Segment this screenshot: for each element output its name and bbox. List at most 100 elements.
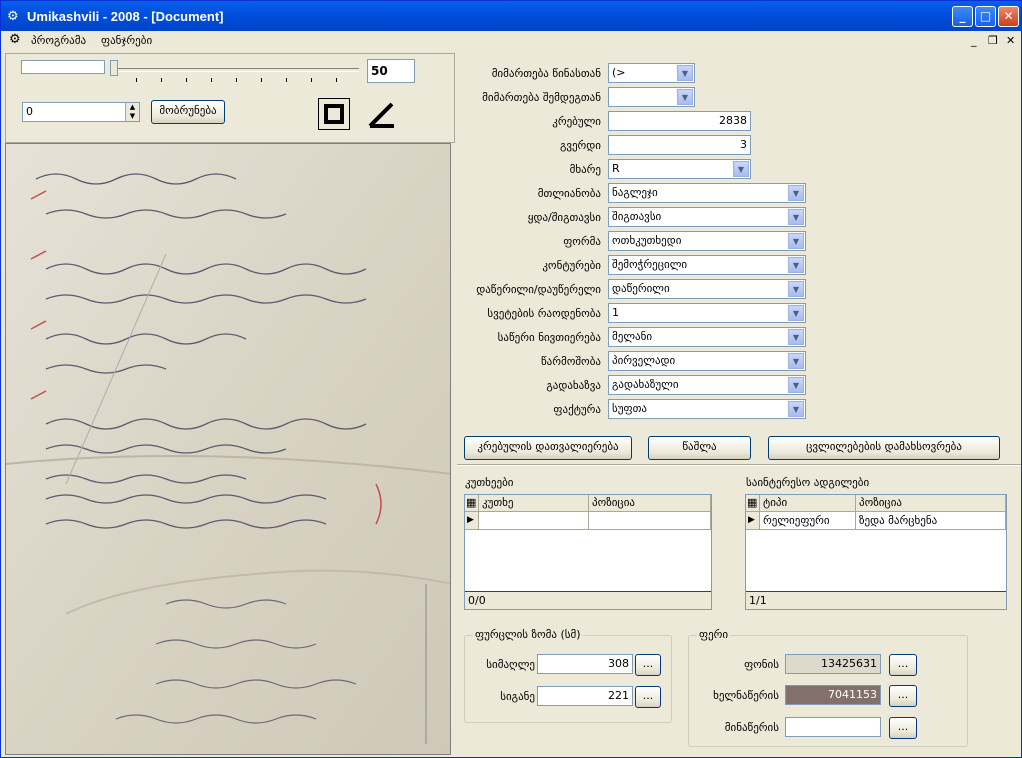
mdi-minimize-icon[interactable]: _ bbox=[971, 34, 977, 47]
slider-tick bbox=[211, 78, 212, 82]
dropdown-value: 1 bbox=[612, 306, 619, 319]
field-label: გადახაზვა bbox=[546, 379, 601, 392]
field-label: ფორმა bbox=[563, 235, 601, 248]
field-dropdown[interactable]: გადახაზული ▼ bbox=[608, 375, 806, 395]
dropdown-value: პირველადი bbox=[612, 354, 676, 367]
close-button[interactable]: ✕ bbox=[998, 6, 1019, 27]
field-dropdown[interactable]: (> ▼ bbox=[608, 63, 695, 83]
chevron-down-icon[interactable]: ▼ bbox=[788, 353, 804, 369]
row-pointer-icon: ▶ bbox=[465, 512, 479, 530]
field-dropdown[interactable]: ოთხკუთხედი ▼ bbox=[608, 231, 806, 251]
mdi-restore-icon[interactable]: ❐ bbox=[988, 34, 998, 47]
table-row[interactable] bbox=[589, 512, 711, 530]
background-color-field[interactable]: 13425631 bbox=[785, 654, 881, 674]
menu-item-program[interactable]: პროგრამა bbox=[31, 34, 86, 47]
corners-grid[interactable]: ▦ კუთხე პოზიცია ▶ 0/0 bbox=[464, 494, 712, 610]
corners-record-counter: 0/0 bbox=[465, 591, 711, 609]
save-changes-button[interactable]: ცვლილებების დამახსოვრება bbox=[768, 436, 1000, 460]
menu-item-windows[interactable]: ფანჯრები bbox=[101, 34, 152, 47]
chevron-down-icon[interactable]: ▼ bbox=[788, 209, 804, 225]
chevron-down-icon[interactable]: ▼ bbox=[788, 233, 804, 249]
corners-col-corner[interactable]: კუთხე bbox=[479, 495, 589, 512]
field-label: საწერი ნივთიერება bbox=[497, 331, 601, 344]
field-dropdown[interactable]: შემოჭრეცილი ▼ bbox=[608, 255, 806, 275]
frame-tool-button[interactable] bbox=[318, 98, 350, 130]
chevron-down-icon[interactable]: ▼ bbox=[677, 89, 693, 105]
view-collection-button[interactable]: კრებულის დათვალიერება bbox=[464, 436, 632, 460]
locations-grid[interactable]: ▦ ტიპი პოზიცია ▶ რელიეფური ზედა მარცხენა… bbox=[745, 494, 1007, 610]
chevron-down-icon[interactable]: ▼ bbox=[788, 305, 804, 321]
width-label: სიგანე bbox=[500, 690, 535, 703]
field-dropdown[interactable]: დაწერილი ▼ bbox=[608, 279, 806, 299]
title-bar[interactable]: ⚙ Umikashvili - 2008 - [Document] _ □ ✕ bbox=[1, 1, 1021, 31]
slider-tick bbox=[161, 78, 162, 82]
chevron-down-icon[interactable]: ▼ bbox=[677, 65, 693, 81]
window-title: Umikashvili - 2008 - [Document] bbox=[27, 9, 224, 24]
zoom-slider-track[interactable] bbox=[111, 68, 359, 72]
maximize-icon: □ bbox=[979, 9, 992, 23]
height-ellipsis-button[interactable]: ... bbox=[635, 654, 661, 676]
dropdown-value: ოთხკუთხედი bbox=[612, 234, 682, 247]
minimize-button[interactable]: _ bbox=[952, 6, 973, 27]
dropdown-value: გადახაზული bbox=[612, 378, 679, 391]
field-dropdown[interactable]: 1 ▼ bbox=[608, 303, 806, 323]
chevron-down-icon[interactable]: ▼ bbox=[788, 281, 804, 297]
chevron-down-icon[interactable]: ▼ bbox=[788, 377, 804, 393]
rotation-spinner[interactable]: 0 ▲ ▼ bbox=[22, 102, 140, 122]
maximize-button[interactable]: □ bbox=[975, 6, 996, 27]
document-image[interactable] bbox=[5, 143, 451, 755]
chevron-down-icon[interactable]: ▼ bbox=[788, 329, 804, 345]
chevron-down-icon[interactable]: ▼ bbox=[788, 401, 804, 417]
locations-col-position[interactable]: პოზიცია bbox=[856, 495, 1006, 512]
delete-button[interactable]: წაშლა bbox=[648, 436, 751, 460]
field-dropdown[interactable]: სუფთა ▼ bbox=[608, 399, 806, 419]
note-color-button[interactable]: ... bbox=[889, 717, 917, 739]
app-gear-icon: ⚙ bbox=[7, 9, 19, 24]
field-label: მთლიანობა bbox=[537, 187, 601, 200]
chevron-down-icon[interactable]: ▼ bbox=[788, 185, 804, 201]
field-input[interactable]: 2838 bbox=[608, 111, 751, 131]
mdi-close-icon[interactable]: ✕ bbox=[1006, 34, 1015, 47]
locations-col-type[interactable]: ტიპი bbox=[760, 495, 856, 512]
angle-tool-button[interactable] bbox=[366, 98, 398, 130]
image-toolbar-panel: 50 0 ▲ ▼ მობრუნება bbox=[5, 53, 455, 143]
width-field[interactable]: 221 bbox=[537, 686, 633, 706]
handwriting-color-button[interactable]: ... bbox=[889, 685, 917, 707]
dropdown-value: შემოჭრეცილი bbox=[612, 258, 688, 271]
height-field[interactable]: 308 bbox=[537, 654, 633, 674]
slider-tick bbox=[336, 78, 337, 82]
background-color-button[interactable]: ... bbox=[889, 654, 917, 676]
field-dropdown[interactable]: ▼ bbox=[608, 87, 695, 107]
grid-corner-icon: ▦ bbox=[746, 495, 760, 512]
chevron-down-icon[interactable]: ▼ bbox=[788, 257, 804, 273]
width-ellipsis-button[interactable]: ... bbox=[635, 686, 661, 708]
table-row[interactable]: რელიეფური bbox=[760, 512, 856, 530]
field-label: მიმართება შემდეგთან bbox=[482, 91, 601, 104]
zoom-value-field[interactable]: 50 bbox=[367, 59, 415, 83]
corners-col-position[interactable]: პოზიცია bbox=[589, 495, 711, 512]
close-icon: ✕ bbox=[1003, 9, 1014, 23]
field-dropdown[interactable]: მელანი ▼ bbox=[608, 327, 806, 347]
field-dropdown[interactable]: R ▼ bbox=[608, 159, 751, 179]
main-window: ⚙ Umikashvili - 2008 - [Document] _ □ ✕ … bbox=[0, 0, 1022, 758]
field-dropdown[interactable]: ნაგლეჯი ▼ bbox=[608, 183, 806, 203]
grid-corner-icon: ▦ bbox=[465, 495, 479, 512]
table-row[interactable] bbox=[479, 512, 589, 530]
note-color-field[interactable] bbox=[785, 717, 881, 737]
spin-arrows-icon[interactable]: ▲ ▼ bbox=[125, 103, 139, 121]
sheet-size-group: ფურცლის ზომა (სმ) სიმაღლე 308 ... სიგანე… bbox=[464, 628, 672, 723]
zoom-slider-thumb[interactable] bbox=[110, 60, 118, 76]
table-row[interactable]: ზედა მარცხენა bbox=[856, 512, 1006, 530]
field-dropdown[interactable]: პირველადი ▼ bbox=[608, 351, 806, 371]
dropdown-value: (> bbox=[612, 66, 626, 79]
field-dropdown[interactable]: შიგთავსი ▼ bbox=[608, 207, 806, 227]
handwriting-color-field[interactable]: 7041153 bbox=[785, 685, 881, 705]
manuscript-scan bbox=[6, 144, 450, 754]
field-label: წარმოშობა bbox=[540, 355, 601, 368]
small-slider[interactable] bbox=[21, 60, 105, 74]
background-color-label: ფონის bbox=[744, 658, 779, 671]
field-input[interactable]: 3 bbox=[608, 135, 751, 155]
rotate-button[interactable]: მობრუნება bbox=[151, 100, 225, 124]
chevron-down-icon[interactable]: ▼ bbox=[733, 161, 749, 177]
field-label: გვერდი bbox=[559, 139, 601, 152]
